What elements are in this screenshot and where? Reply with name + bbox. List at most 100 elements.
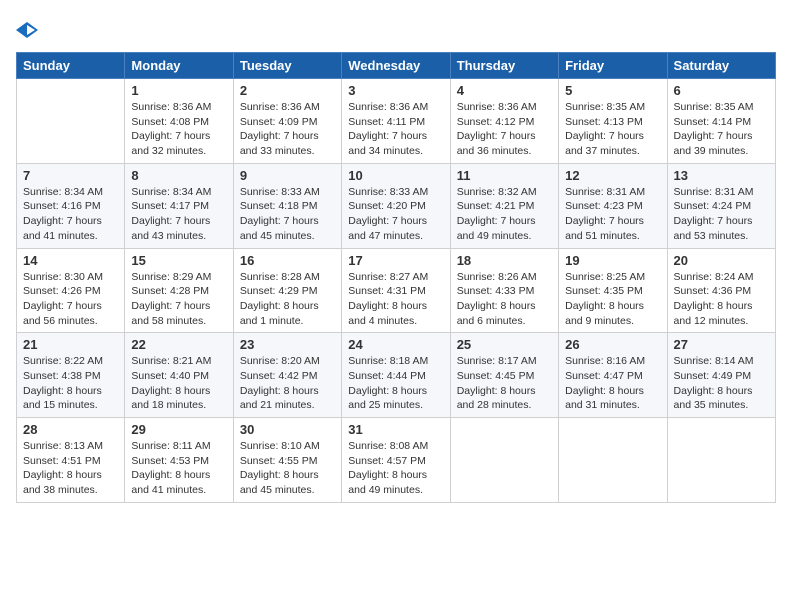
day-info: Sunrise: 8:36 AMSunset: 4:12 PMDaylight:…: [457, 100, 552, 159]
day-info: Sunrise: 8:34 AMSunset: 4:16 PMDaylight:…: [23, 185, 118, 244]
calendar-cell: 17 Sunrise: 8:27 AMSunset: 4:31 PMDayligh…: [342, 248, 450, 333]
day-info: Sunrise: 8:13 AMSunset: 4:51 PMDaylight:…: [23, 439, 118, 498]
day-number: 28: [23, 422, 118, 437]
day-number: 6: [674, 83, 769, 98]
page-header: [16, 16, 776, 42]
calendar-cell: 11Sunrise: 8:32 AMSunset: 4:21 PMDayligh…: [450, 163, 558, 248]
day-number: 21: [23, 337, 118, 352]
day-number: 31: [348, 422, 443, 437]
day-number: 12: [565, 168, 660, 183]
calendar-cell: 31 Sunrise: 8:08 AMSunset: 4:57 PMDayligh…: [342, 418, 450, 503]
day-number: 19: [565, 253, 660, 268]
calendar-cell: 24Sunrise: 8:18 AMSunset: 4:44 PMDayligh…: [342, 333, 450, 418]
day-number: 3: [348, 83, 443, 98]
calendar-cell: 20 Sunrise: 8:24 AMSunset: 4:36 PMDayligh…: [667, 248, 775, 333]
calendar-week-row: 1 Sunrise: 8:36 AMSunset: 4:08 PMDaylight…: [17, 79, 776, 164]
day-number: 7: [23, 168, 118, 183]
calendar-week-row: 28 Sunrise: 8:13 AMSunset: 4:51 PMDayligh…: [17, 418, 776, 503]
day-info: Sunrise: 8:21 AMSunset: 4:40 PMDaylight:…: [131, 354, 226, 413]
day-info: Sunrise: 8:29 AMSunset: 4:28 PMDaylight:…: [131, 270, 226, 329]
calendar-cell: 23 Sunrise: 8:20 AMSunset: 4:42 PMDayligh…: [233, 333, 341, 418]
calendar-cell: 15Sunrise: 8:29 AMSunset: 4:28 PMDayligh…: [125, 248, 233, 333]
calendar-cell: 13Sunrise: 8:31 AMSunset: 4:24 PMDayligh…: [667, 163, 775, 248]
calendar-cell: 4 Sunrise: 8:36 AMSunset: 4:12 PMDaylight…: [450, 79, 558, 164]
calendar-table: SundayMondayTuesdayWednesdayThursdayFrid…: [16, 52, 776, 503]
weekday-header-tuesday: Tuesday: [233, 53, 341, 79]
calendar-cell: 9 Sunrise: 8:33 AMSunset: 4:18 PMDaylight…: [233, 163, 341, 248]
day-info: Sunrise: 8:14 AMSunset: 4:49 PMDaylight:…: [674, 354, 769, 413]
calendar-cell: 14 Sunrise: 8:30 AMSunset: 4:26 PMDayligh…: [17, 248, 125, 333]
calendar-cell: [450, 418, 558, 503]
day-info: Sunrise: 8:34 AMSunset: 4:17 PMDaylight:…: [131, 185, 226, 244]
day-info: Sunrise: 8:22 AMSunset: 4:38 PMDaylight:…: [23, 354, 118, 413]
day-number: 30: [240, 422, 335, 437]
day-info: Sunrise: 8:08 AMSunset: 4:57 PMDaylight:…: [348, 439, 443, 498]
day-info: Sunrise: 8:16 AMSunset: 4:47 PMDaylight:…: [565, 354, 660, 413]
calendar-cell: 16 Sunrise: 8:28 AMSunset: 4:29 PMDayligh…: [233, 248, 341, 333]
day-info: Sunrise: 8:32 AMSunset: 4:21 PMDaylight:…: [457, 185, 552, 244]
day-info: Sunrise: 8:27 AMSunset: 4:31 PMDaylight:…: [348, 270, 443, 329]
calendar-cell: 5Sunrise: 8:35 AMSunset: 4:13 PMDaylight…: [559, 79, 667, 164]
day-info: Sunrise: 8:35 AMSunset: 4:14 PMDaylight:…: [674, 100, 769, 159]
calendar-cell: 18Sunrise: 8:26 AMSunset: 4:33 PMDayligh…: [450, 248, 558, 333]
day-number: 17: [348, 253, 443, 268]
day-number: 5: [565, 83, 660, 98]
day-number: 20: [674, 253, 769, 268]
day-number: 22: [131, 337, 226, 352]
calendar-cell: [559, 418, 667, 503]
calendar-cell: 6 Sunrise: 8:35 AMSunset: 4:14 PMDaylight…: [667, 79, 775, 164]
day-info: Sunrise: 8:20 AMSunset: 4:42 PMDaylight:…: [240, 354, 335, 413]
calendar-week-row: 21 Sunrise: 8:22 AMSunset: 4:38 PMDayligh…: [17, 333, 776, 418]
logo: [16, 16, 38, 42]
calendar-cell: [17, 79, 125, 164]
day-number: 8: [131, 168, 226, 183]
day-number: 26: [565, 337, 660, 352]
day-info: Sunrise: 8:30 AMSunset: 4:26 PMDaylight:…: [23, 270, 118, 329]
day-number: 29: [131, 422, 226, 437]
day-info: Sunrise: 8:11 AMSunset: 4:53 PMDaylight:…: [131, 439, 226, 498]
calendar-cell: 22 Sunrise: 8:21 AMSunset: 4:40 PMDayligh…: [125, 333, 233, 418]
day-info: Sunrise: 8:31 AMSunset: 4:24 PMDaylight:…: [674, 185, 769, 244]
day-info: Sunrise: 8:28 AMSunset: 4:29 PMDaylight:…: [240, 270, 335, 329]
day-number: 1: [131, 83, 226, 98]
day-info: Sunrise: 8:24 AMSunset: 4:36 PMDaylight:…: [674, 270, 769, 329]
weekday-header-saturday: Saturday: [667, 53, 775, 79]
day-number: 4: [457, 83, 552, 98]
calendar-cell: 1 Sunrise: 8:36 AMSunset: 4:08 PMDaylight…: [125, 79, 233, 164]
calendar-cell: 3Sunrise: 8:36 AMSunset: 4:11 PMDaylight…: [342, 79, 450, 164]
weekday-header-thursday: Thursday: [450, 53, 558, 79]
calendar-cell: 28 Sunrise: 8:13 AMSunset: 4:51 PMDayligh…: [17, 418, 125, 503]
logo-icon: [16, 22, 38, 38]
calendar-week-row: 14 Sunrise: 8:30 AMSunset: 4:26 PMDayligh…: [17, 248, 776, 333]
calendar-cell: 2Sunrise: 8:36 AMSunset: 4:09 PMDaylight…: [233, 79, 341, 164]
weekday-header-monday: Monday: [125, 53, 233, 79]
logo-text: [16, 16, 38, 42]
day-number: 14: [23, 253, 118, 268]
day-info: Sunrise: 8:17 AMSunset: 4:45 PMDaylight:…: [457, 354, 552, 413]
calendar-cell: 10Sunrise: 8:33 AMSunset: 4:20 PMDayligh…: [342, 163, 450, 248]
day-number: 16: [240, 253, 335, 268]
day-number: 24: [348, 337, 443, 352]
calendar-cell: 12Sunrise: 8:31 AMSunset: 4:23 PMDayligh…: [559, 163, 667, 248]
calendar-cell: 27 Sunrise: 8:14 AMSunset: 4:49 PMDayligh…: [667, 333, 775, 418]
day-number: 23: [240, 337, 335, 352]
day-number: 18: [457, 253, 552, 268]
day-number: 10: [348, 168, 443, 183]
calendar-cell: [667, 418, 775, 503]
day-info: Sunrise: 8:25 AMSunset: 4:35 PMDaylight:…: [565, 270, 660, 329]
day-number: 2: [240, 83, 335, 98]
day-info: Sunrise: 8:10 AMSunset: 4:55 PMDaylight:…: [240, 439, 335, 498]
day-info: Sunrise: 8:33 AMSunset: 4:18 PMDaylight:…: [240, 185, 335, 244]
day-number: 9: [240, 168, 335, 183]
day-number: 27: [674, 337, 769, 352]
calendar-cell: 21 Sunrise: 8:22 AMSunset: 4:38 PMDayligh…: [17, 333, 125, 418]
calendar-cell: 7 Sunrise: 8:34 AMSunset: 4:16 PMDaylight…: [17, 163, 125, 248]
weekday-header-wednesday: Wednesday: [342, 53, 450, 79]
calendar-cell: 30 Sunrise: 8:10 AMSunset: 4:55 PMDayligh…: [233, 418, 341, 503]
weekday-header-friday: Friday: [559, 53, 667, 79]
calendar-cell: 25 Sunrise: 8:17 AMSunset: 4:45 PMDayligh…: [450, 333, 558, 418]
calendar-cell: 26 Sunrise: 8:16 AMSunset: 4:47 PMDayligh…: [559, 333, 667, 418]
weekday-header-sunday: Sunday: [17, 53, 125, 79]
day-info: Sunrise: 8:36 AMSunset: 4:08 PMDaylight:…: [131, 100, 226, 159]
day-number: 25: [457, 337, 552, 352]
